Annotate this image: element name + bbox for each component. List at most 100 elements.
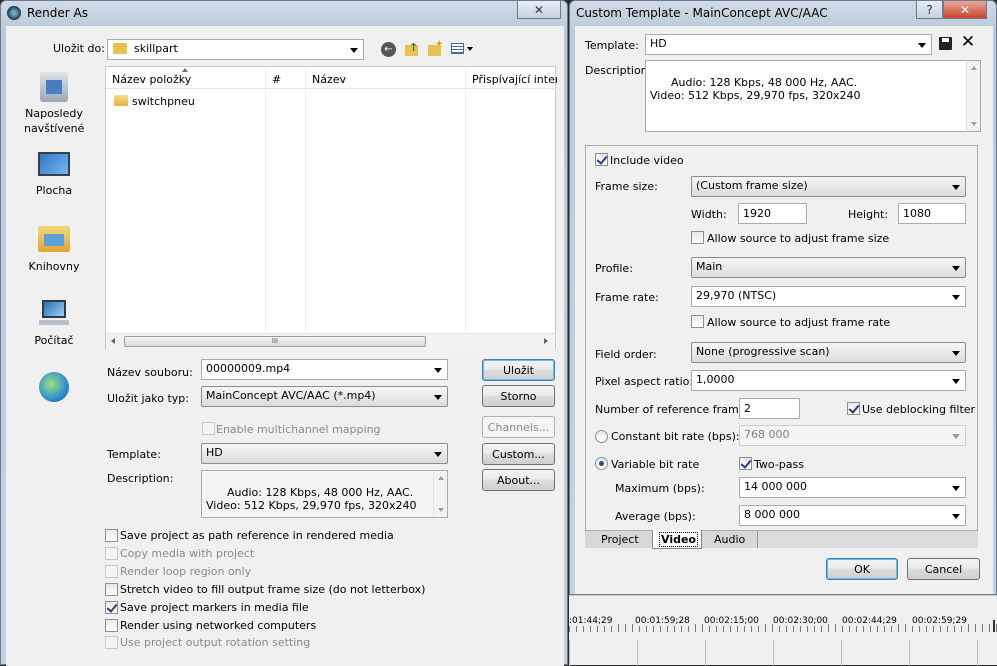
- place-libraries[interactable]: Knihovny: [6, 224, 102, 288]
- ct-description-text[interactable]: Audio: 128 Kbps, 48 000 Hz, AAC. Video: …: [645, 60, 981, 132]
- scroll-right-icon[interactable]: [544, 338, 548, 344]
- cbr-combo[interactable]: 768 000: [739, 425, 966, 446]
- cancel-button[interactable]: Storno: [482, 385, 555, 407]
- render-as-body: Uložit do: skillpart ← ↑ ✦ Naposledy nav…: [6, 26, 564, 666]
- close-icon: ✕: [959, 2, 971, 17]
- render-as-close-button[interactable]: ✕: [517, 1, 561, 19]
- vbr-radio[interactable]: [595, 457, 608, 470]
- place-desktop[interactable]: Plocha: [6, 150, 102, 210]
- deblocking-checkbox[interactable]: [847, 402, 860, 415]
- cbr-label: Constant bit rate (bps):: [611, 430, 740, 443]
- view-menu-button[interactable]: [451, 41, 475, 57]
- multichannel-checkbox[interactable]: [202, 422, 215, 435]
- folder-icon: [114, 95, 128, 106]
- max-bitrate-combo[interactable]: 14 000 000: [739, 477, 966, 498]
- option-label: Copy media with project: [120, 547, 255, 560]
- allow-frame-rate-checkbox[interactable]: [691, 315, 704, 328]
- timecode: 00:02:59;29: [912, 616, 967, 626]
- ref-frames-input[interactable]: 2: [739, 398, 800, 419]
- horizontal-scrollbar[interactable]: III: [106, 333, 555, 349]
- option-label: Save project as path reference in render…: [120, 529, 394, 542]
- filename-input[interactable]: 00000009.mp4: [201, 359, 448, 380]
- timeline-minor-ticks: [569, 640, 997, 666]
- two-pass-checkbox[interactable]: [739, 457, 752, 470]
- back-button[interactable]: ←: [381, 42, 396, 57]
- place-computer[interactable]: Počítač: [6, 298, 102, 362]
- timecode: 00:02:44;29: [842, 616, 897, 626]
- ct-template-combo[interactable]: HD: [645, 34, 932, 55]
- par-label: Pixel aspect ratio:: [595, 375, 694, 388]
- tab-project[interactable]: Project: [585, 531, 653, 548]
- file-list-header: Název položky # Název Přispívající inter…: [106, 67, 557, 350]
- computer-icon: [39, 300, 69, 326]
- libraries-icon: [38, 226, 70, 252]
- place-network[interactable]: [6, 370, 102, 406]
- option-checkbox-copy-media[interactable]: [105, 547, 118, 560]
- custom-template-title: Custom Template - MainConcept AVC/AAC: [576, 6, 828, 20]
- option-checkbox-path-reference[interactable]: [105, 529, 118, 542]
- desktop-icon: [38, 152, 70, 176]
- recent-places-icon: [40, 72, 68, 102]
- place-recent[interactable]: Naposledy navštívené: [6, 70, 102, 140]
- channels-button[interactable]: Channels...: [482, 416, 555, 438]
- option-label: Save project markers in media file: [120, 601, 309, 614]
- scroll-left-icon[interactable]: [111, 338, 115, 344]
- about-button[interactable]: About...: [482, 469, 555, 491]
- save-in-combo[interactable]: skillpart: [107, 39, 364, 60]
- scroll-thumb[interactable]: III: [124, 336, 426, 347]
- cbr-radio[interactable]: [595, 430, 608, 443]
- list-item[interactable]: switchpneu: [109, 92, 259, 110]
- template-select[interactable]: HD: [201, 443, 448, 464]
- custom-template-close-button[interactable]: ✕: [943, 1, 987, 19]
- allow-frame-size-label: Allow source to adjust frame size: [707, 232, 890, 245]
- col-header-number[interactable]: #: [272, 73, 281, 86]
- frame-size-select[interactable]: (Custom frame size): [691, 176, 966, 197]
- help-icon: ?: [926, 2, 933, 17]
- col-header-title[interactable]: Název: [312, 73, 346, 86]
- avg-bitrate-combo[interactable]: 8 000 000: [739, 505, 966, 526]
- custom-button[interactable]: Custom...: [482, 443, 555, 465]
- delete-template-button[interactable]: ✕: [959, 33, 977, 51]
- tab-video[interactable]: Video: [652, 530, 702, 549]
- save-in-label: Uložit do:: [53, 42, 105, 55]
- custom-template-body: Template: HD ✕ Description: Audio: 128 K…: [575, 26, 993, 594]
- tab-audio[interactable]: Audio: [702, 531, 758, 548]
- col-header-contributing[interactable]: Přispívající interp: [472, 73, 557, 86]
- col-header-name[interactable]: Název položky: [112, 73, 191, 86]
- ok-button[interactable]: OK: [826, 558, 898, 580]
- savetype-select[interactable]: MainConcept AVC/AAC (*.mp4): [201, 386, 448, 407]
- render-as-titlebar: Render As: [1, 1, 567, 25]
- description-text: Audio: 128 Kbps, 48 000 Hz, AAC. Video: …: [201, 470, 448, 518]
- par-combo[interactable]: 1,0000: [691, 370, 966, 391]
- frame-rate-combo[interactable]: 29,970 (NTSC): [691, 286, 966, 307]
- file-name: switchpneu: [132, 95, 195, 108]
- cancel-template-button[interactable]: Cancel: [907, 558, 980, 580]
- option-checkbox-stretch-video[interactable]: [105, 583, 118, 596]
- option-checkbox-loop-region[interactable]: [105, 565, 118, 578]
- new-folder-button[interactable]: ✦: [427, 39, 443, 57]
- width-input[interactable]: 1920: [738, 203, 807, 224]
- close-icon: ✕: [533, 2, 545, 17]
- height-input[interactable]: 1080: [898, 203, 966, 224]
- profile-select[interactable]: Main: [691, 257, 966, 278]
- option-checkbox-project-markers[interactable]: [105, 601, 118, 614]
- render-as-window: Render As ✕ Uložit do: skillpart ← ↑ ✦ N…: [0, 0, 568, 666]
- allow-frame-rate-label: Allow source to adjust frame rate: [707, 316, 891, 329]
- save-in-value: skillpart: [134, 42, 178, 55]
- field-order-select[interactable]: None (progressive scan): [691, 342, 966, 363]
- playhead-marker[interactable]: [993, 620, 995, 632]
- allow-frame-size-checkbox[interactable]: [691, 231, 704, 244]
- timeline-ruler[interactable]: :01:44;29 00:01:59;28 00:02:15;00 00:02:…: [569, 595, 997, 666]
- description-label: Description:: [107, 472, 174, 485]
- ct-template-label: Template:: [585, 39, 639, 52]
- include-video-checkbox[interactable]: [595, 153, 608, 166]
- save-template-button[interactable]: [937, 35, 955, 53]
- save-button[interactable]: Uložit: [482, 359, 555, 381]
- up-folder-button[interactable]: ↑: [404, 41, 420, 57]
- frame-size-label: Frame size:: [595, 180, 658, 193]
- width-label: Width:: [691, 208, 727, 221]
- option-label: Render using networked computers: [120, 619, 317, 632]
- option-checkbox-rotation[interactable]: [105, 636, 118, 649]
- help-button[interactable]: ?: [916, 1, 943, 19]
- option-checkbox-networked[interactable]: [105, 619, 118, 632]
